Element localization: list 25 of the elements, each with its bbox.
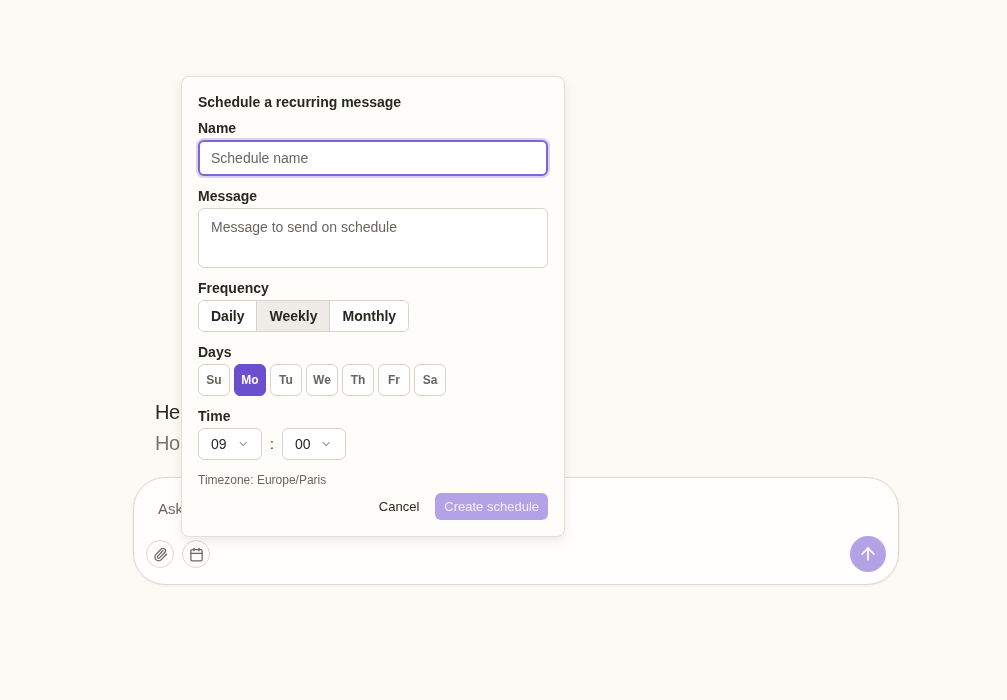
- day-toggle[interactable]: Th: [342, 364, 374, 396]
- time-separator: :: [269, 436, 275, 452]
- timezone-text: Timezone: Europe/Paris: [198, 473, 328, 487]
- subheading: Ho: [155, 431, 180, 456]
- heading: He: [155, 400, 180, 425]
- day-toggle[interactable]: We: [306, 364, 338, 396]
- frequency-option[interactable]: Monthly: [329, 301, 409, 331]
- frequency-option[interactable]: Daily: [199, 301, 257, 331]
- field-label: Message: [198, 188, 259, 204]
- field-label: Frequency: [198, 280, 270, 296]
- day-toggle[interactable]: Sa: [414, 364, 446, 396]
- name-field[interactable]: Schedule name: [198, 140, 548, 176]
- field-label: Name: [198, 120, 238, 136]
- field-label: Time: [198, 408, 232, 424]
- field-label: Days: [198, 344, 233, 360]
- message-field[interactable]: Message to send on schedule: [198, 208, 548, 268]
- hour-select[interactable]: 09: [198, 428, 262, 460]
- minute-select[interactable]: 00: [281, 428, 346, 460]
- day-toggle[interactable]: Tu: [270, 364, 302, 396]
- day-toggle[interactable]: Mo: [234, 364, 266, 396]
- day-toggle[interactable]: Fr: [378, 364, 410, 396]
- day-toggle[interactable]: Su: [198, 364, 230, 396]
- frequency-option[interactable]: Weekly: [256, 301, 330, 331]
- popover-title: Schedule a recurring message: [198, 94, 403, 110]
- cancel-button[interactable]: Cancel: [370, 493, 428, 520]
